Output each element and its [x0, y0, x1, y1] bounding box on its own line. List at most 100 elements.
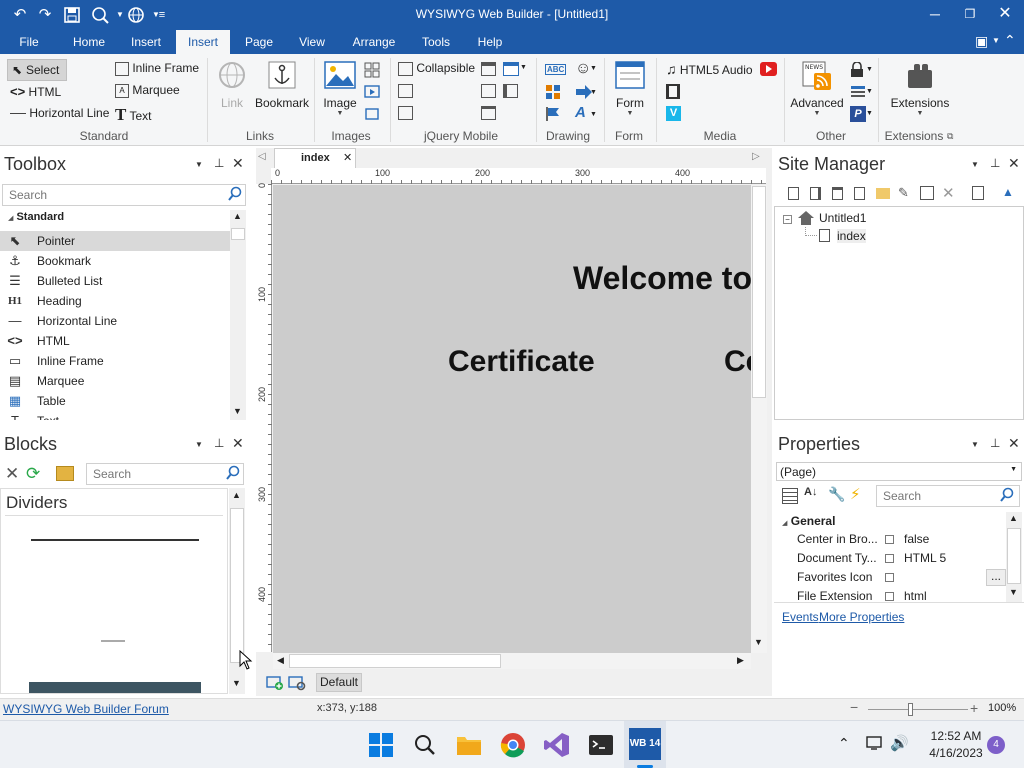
- toolbox-item-bookmark[interactable]: ⚓ Bookmark: [0, 251, 230, 271]
- image-map-icon[interactable]: [364, 106, 380, 122]
- toolbox-close-icon[interactable]: ✕: [232, 155, 244, 172]
- props-menu-icon[interactable]: ▼: [971, 440, 979, 449]
- lock-icon[interactable]: [850, 61, 864, 78]
- scroll-thumb[interactable]: [1007, 528, 1021, 584]
- site-close-icon[interactable]: ✕: [1008, 155, 1020, 172]
- scroll-thumb[interactable]: [231, 228, 245, 240]
- site-menu-icon[interactable]: ▼: [971, 160, 979, 169]
- refresh-blocks-icon[interactable]: ⟳: [26, 464, 40, 484]
- canvas-horizontal-scrollbar[interactable]: ◀ ▶: [273, 653, 751, 669]
- visual-studio-icon[interactable]: [540, 729, 574, 761]
- minimize-button[interactable]: ─: [918, 3, 952, 25]
- page-canvas[interactable]: Welcome to Certificate Ce: [273, 185, 751, 653]
- scroll-thumb[interactable]: [752, 186, 766, 398]
- jquery-flipswitch-icon[interactable]: [503, 84, 518, 98]
- wrench-icon[interactable]: 🔧: [828, 486, 845, 503]
- lightning-events-icon[interactable]: ⚡: [850, 485, 861, 503]
- windows-start-icon[interactable]: [364, 729, 398, 761]
- certificate-heading[interactable]: Certificate: [448, 345, 595, 379]
- list-menu-icon[interactable]: [850, 84, 866, 100]
- scroll-down-icon[interactable]: ▼: [754, 637, 763, 647]
- property-row[interactable]: File Extension html: [778, 587, 1008, 606]
- slideshow-icon[interactable]: [364, 84, 380, 100]
- tree-root[interactable]: Untitled1: [819, 211, 866, 225]
- image-button[interactable]: Image ▼: [320, 60, 360, 117]
- divider-preview-banner[interactable]: [29, 682, 201, 693]
- file-explorer-icon[interactable]: [452, 729, 486, 761]
- toolbox-item-text[interactable]: TText: [0, 411, 230, 420]
- scroll-up-icon[interactable]: ▲: [232, 490, 241, 500]
- scroll-down-icon[interactable]: ▼: [233, 406, 242, 416]
- object-selector[interactable]: (Page) ▼: [776, 462, 1022, 481]
- scroll-up-icon[interactable]: ▲: [1009, 513, 1018, 523]
- page-settings-icon[interactable]: [288, 675, 306, 691]
- photo-gallery-icon[interactable]: [364, 62, 380, 78]
- delete-block-icon[interactable]: ✕: [5, 464, 19, 484]
- property-row[interactable]: Document Ty... HTML 5: [778, 549, 1008, 568]
- paypal-dropdown-icon[interactable]: ▼: [866, 110, 873, 117]
- new-page-template-icon[interactable]: [810, 187, 821, 200]
- toolbox-category-standard[interactable]: ◢ Standard: [8, 211, 64, 223]
- toolbox-menu-icon[interactable]: ▼: [195, 160, 203, 169]
- tab-help[interactable]: Help: [470, 30, 510, 54]
- document-tab-index[interactable]: index ✕: [274, 148, 356, 168]
- toolbox-scrollbar[interactable]: ▲ ▼: [230, 210, 246, 420]
- html5-audio-button[interactable]: ♫ HTML5 Audio: [666, 61, 753, 77]
- tab-insert[interactable]: Insert: [176, 30, 230, 54]
- dialog-launcher-icon[interactable]: ⧉: [947, 131, 953, 142]
- layout-dropdown-icon[interactable]: ▼: [992, 36, 1000, 45]
- bookmark-button[interactable]: Bookmark: [254, 60, 310, 110]
- site-settings-icon[interactable]: [972, 186, 984, 200]
- advanced-button[interactable]: NEWS Advanced ▼: [790, 60, 844, 117]
- scroll-thumb[interactable]: [289, 654, 501, 668]
- display-icon[interactable]: [866, 735, 884, 751]
- tab-page[interactable]: Page: [238, 30, 280, 54]
- blocks-search-input[interactable]: Search: [86, 463, 244, 485]
- scroll-left-icon[interactable]: ◀: [277, 655, 284, 666]
- blocks-pin-icon[interactable]: ⊥: [214, 436, 224, 450]
- zoom-out-icon[interactable]: −: [850, 699, 858, 715]
- vimeo-icon[interactable]: V: [666, 106, 681, 121]
- horizontal-line-button[interactable]: Horizontal Line: [10, 106, 109, 120]
- property-row[interactable]: Favorites Icon ...: [778, 568, 1008, 587]
- divider-preview-text[interactable]: [101, 640, 125, 642]
- categorized-icon[interactable]: [782, 488, 798, 504]
- page-properties-icon[interactable]: [854, 187, 865, 200]
- scroll-thumb[interactable]: [230, 508, 244, 663]
- terminal-icon[interactable]: [584, 729, 618, 761]
- tab-close-icon[interactable]: ✕: [343, 151, 352, 164]
- tab-scroll-right-icon[interactable]: ▷: [752, 151, 760, 162]
- ribbon-collapse-icon[interactable]: ⌃: [1004, 32, 1016, 49]
- lock-dropdown-icon[interactable]: ▼: [866, 66, 873, 73]
- jquery-page-icon[interactable]: [398, 84, 413, 98]
- divider-preview-line[interactable]: [31, 539, 199, 541]
- scroll-down-icon[interactable]: ▼: [1009, 587, 1018, 597]
- copy-icon[interactable]: [920, 186, 934, 200]
- video-icon[interactable]: [666, 84, 680, 99]
- duplicate-page-icon[interactable]: [832, 187, 843, 200]
- search-icon[interactable]: [408, 729, 442, 761]
- chrome-icon[interactable]: [496, 729, 530, 761]
- wysiwyg-taskbar-button[interactable]: WB 14: [624, 721, 666, 768]
- smiley-dropdown-icon[interactable]: ▼: [590, 65, 597, 72]
- clock-date[interactable]: 4/16/2023: [924, 746, 988, 760]
- toolbox-item-pointer[interactable]: ⬉ Pointer: [0, 231, 230, 251]
- link-button[interactable]: Link: [212, 60, 252, 110]
- scroll-right-icon[interactable]: ▶: [737, 655, 744, 666]
- scroll-up-icon[interactable]: ▲: [233, 211, 242, 221]
- smiley-icon[interactable]: ☺: [575, 60, 591, 78]
- sort-az-icon[interactable]: A↓: [804, 486, 817, 498]
- shapes-icon[interactable]: [545, 84, 561, 100]
- notification-badge[interactable]: 4: [987, 736, 1005, 754]
- events-link[interactable]: Events: [782, 610, 819, 624]
- youtube-icon[interactable]: [760, 62, 777, 76]
- tab-arrange[interactable]: Arrange: [346, 30, 402, 54]
- certificate-heading-2[interactable]: Ce: [724, 345, 751, 379]
- scroll-down-icon[interactable]: ▼: [232, 678, 241, 688]
- props-pin-icon[interactable]: ⊥: [990, 436, 1000, 450]
- browse-ellipsis-button[interactable]: ...: [986, 569, 1006, 586]
- toolbox-item-marquee[interactable]: ▤ Marquee: [0, 371, 230, 391]
- jquery-panel-icon[interactable]: [398, 106, 413, 120]
- toolbox-item-bulleted-list[interactable]: ☰ Bulleted List: [0, 271, 230, 291]
- props-search-input[interactable]: Search: [876, 485, 1020, 507]
